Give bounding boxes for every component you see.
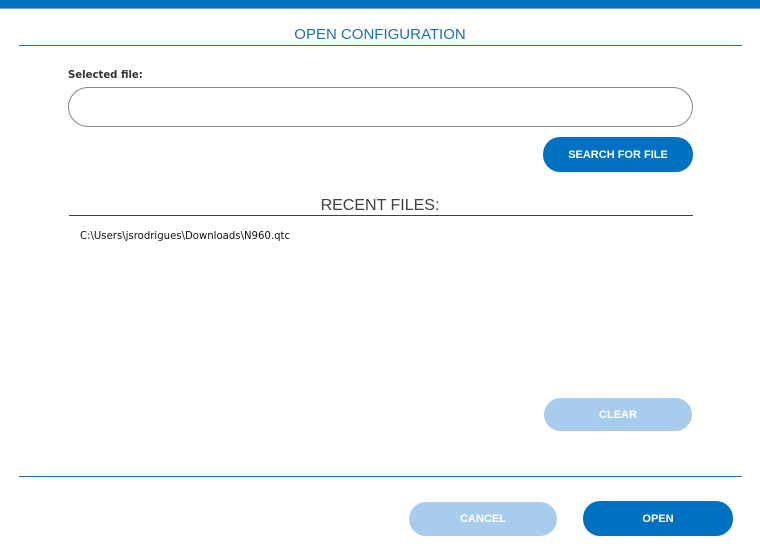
footer-divider <box>19 476 742 477</box>
cancel-button[interactable]: CANCEL <box>409 502 557 536</box>
recent-files-divider <box>69 215 693 216</box>
recent-file-item[interactable]: C:\Users\jsrodrigues\Downloads\N960.qtc <box>80 229 290 242</box>
selected-file-label: Selected file: <box>68 68 143 81</box>
recent-files-heading: RECENT FILES: <box>320 197 440 214</box>
clear-button[interactable]: CLEAR <box>544 398 692 431</box>
selected-file-input[interactable] <box>68 87 693 127</box>
window-top-bar <box>0 0 760 9</box>
dialog-title: OPEN CONFIGURATION <box>294 26 466 43</box>
open-button[interactable]: OPEN <box>583 501 733 536</box>
title-divider <box>19 45 742 46</box>
search-for-file-button[interactable]: SEARCH FOR FILE <box>543 137 693 172</box>
